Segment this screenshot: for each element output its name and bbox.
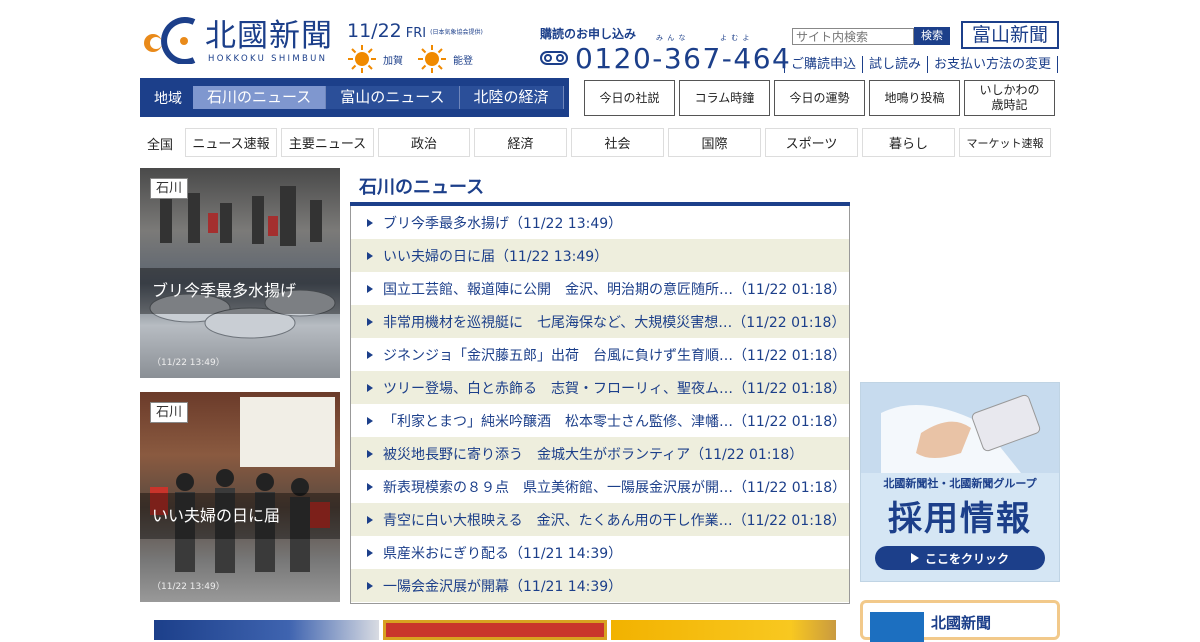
news-item[interactable]: 国立工芸館、報道陣に公開 金沢、明治期の意匠随所…（11/22 01:18）: [351, 272, 849, 305]
news-item[interactable]: ブリ今季最多水揚げ（11/22 13:49）: [351, 206, 849, 239]
news-photo-card[interactable]: 石川 いい夫婦の日に届 （11/22 13:49）: [140, 392, 340, 602]
triangle-right-icon: [367, 548, 373, 557]
hokkoku-logo-icon[interactable]: [140, 16, 196, 64]
ad-title: 採用情報: [888, 499, 1032, 539]
card-time: （11/22 13:49）: [152, 582, 225, 592]
weather-noto: 能登: [417, 44, 473, 74]
card-time: （11/22 13:49）: [152, 358, 225, 368]
fortune-button[interactable]: 今日の運勢: [774, 80, 865, 116]
region-nav: 地域 石川のニュース 富山のニュース 北陸の経済: [140, 78, 569, 117]
sun-icon: [418, 45, 446, 73]
reader-post-button[interactable]: 地鳴り投稿: [869, 80, 960, 116]
toyama-shimbun-button[interactable]: 富山新聞: [961, 21, 1059, 49]
sun-icon: [348, 45, 376, 73]
cat-market-news[interactable]: マーケット速報: [959, 128, 1051, 157]
subscribe-link[interactable]: ご購読申込: [784, 56, 862, 73]
triangle-right-icon: [367, 416, 373, 425]
news-item[interactable]: ジネンジョ「金沢藤五郎」出荷 台風に負けず生育順…（11/22 01:18）: [351, 338, 849, 371]
free-dial-icon: [540, 51, 568, 65]
newspaper-logo-icon: [870, 612, 924, 642]
weather-kaga: 加賀: [347, 44, 403, 74]
region-nav-label: 地域: [154, 90, 182, 107]
weather-city: 加賀: [383, 55, 403, 67]
news-item[interactable]: 被災地長野に寄り添う 金城大生がボランティア（11/22 01:18）: [351, 437, 849, 470]
utility-links: ご購読申込 試し読み お支払い方法の変更: [784, 56, 1059, 73]
triangle-right-icon: [367, 350, 373, 359]
payment-change-link[interactable]: お支払い方法の変更: [927, 56, 1059, 73]
card-title[interactable]: ブリ今季最多水揚げ: [140, 268, 340, 314]
tab-ishikawa-news[interactable]: 石川のニュース: [193, 86, 327, 109]
weather-source: (日本気象協会提供): [430, 29, 483, 36]
tab-toyama-news[interactable]: 富山のニュース: [326, 86, 460, 109]
bottom-banner[interactable]: [611, 620, 836, 640]
card-title[interactable]: いい夫婦の日に届: [140, 493, 340, 539]
trial-link[interactable]: 試し読み: [862, 56, 927, 73]
logo-subtitle: HOKKOKU SHIMBUN: [208, 54, 328, 64]
news-photo-card[interactable]: 石川 ブリ今季最多水揚げ （11/22 13:49）: [140, 168, 340, 378]
triangle-right-icon: [367, 449, 373, 458]
news-item[interactable]: 県産米おにぎり配る（11/21 14:39）: [351, 536, 849, 569]
news-item[interactable]: 新表現模索の８９点 県立美術館、一陽展金沢展が開…（11/22 01:18）: [351, 470, 849, 503]
triangle-right-icon: [367, 581, 373, 590]
cat-living[interactable]: 暮らし: [862, 128, 955, 157]
phone-number[interactable]: 0120-367-464: [575, 42, 791, 75]
cat-politics[interactable]: 政治: [378, 128, 470, 157]
subscribe-label: 購読のお申し込み: [540, 27, 637, 41]
cat-society[interactable]: 社会: [571, 128, 664, 157]
search-input[interactable]: [792, 28, 914, 45]
editorial-button[interactable]: 今日の社説: [584, 80, 675, 116]
cat-international[interactable]: 国際: [668, 128, 761, 157]
tab-hokuriku-economy[interactable]: 北陸の経済: [459, 86, 564, 109]
bottom-banner[interactable]: [383, 620, 607, 640]
cat-economy[interactable]: 経済: [474, 128, 567, 157]
triangle-right-icon: [367, 218, 373, 227]
news-list: ブリ今季最多水揚げ（11/22 13:49） いい夫婦の日に届（11/22 13…: [350, 206, 850, 604]
ishikawa-saijiki-button[interactable]: いしかわの 歳時記: [964, 80, 1055, 116]
category-label: 全国: [147, 138, 174, 153]
current-date: 11/22 FRI (日本気象協会提供): [347, 20, 483, 42]
region-tag: 石川: [150, 178, 189, 199]
recruitment-ad-banner[interactable]: 北國新聞社・北國新聞グループ 採用情報 ここをクリック: [860, 382, 1060, 582]
triangle-right-icon: [367, 383, 373, 392]
triangle-right-icon: [367, 317, 373, 326]
news-item[interactable]: 「利家とまつ」純米吟醸酒 松本零士さん監修、津幡…（11/22 01:18）: [351, 404, 849, 437]
news-item[interactable]: ツリー登場、白と赤飾る 志賀・フローリィ、聖夜ム…（11/22 01:18）: [351, 371, 849, 404]
play-icon: [910, 553, 919, 563]
cat-sports[interactable]: スポーツ: [765, 128, 858, 157]
news-item[interactable]: いい夫婦の日に届（11/22 13:49）: [351, 239, 849, 272]
news-section-title: 石川のニュース: [359, 177, 485, 198]
triangle-right-icon: [367, 284, 373, 293]
hand-writing-image: [861, 383, 1059, 473]
weather-city: 能登: [453, 55, 473, 67]
bottom-banner[interactable]: [154, 620, 379, 640]
cat-breaking-news[interactable]: ニュース速報: [185, 128, 277, 157]
region-tag: 石川: [150, 402, 189, 423]
news-item[interactable]: 青空に白い大根映える 金沢、たくあん用の干し作業…（11/22 01:18）: [351, 503, 849, 536]
triangle-right-icon: [367, 251, 373, 260]
news-item[interactable]: 非常用機材を巡視艇に 七尾海保など、大規模災害想…（11/22 01:18）: [351, 305, 849, 338]
logo-title: 北國新聞: [205, 18, 333, 54]
ad-click-button[interactable]: ここをクリック: [875, 546, 1045, 570]
triangle-right-icon: [367, 515, 373, 524]
cat-top-news[interactable]: 主要ニュース: [281, 128, 374, 157]
news-item[interactable]: 一陽会金沢展が開幕（11/21 14:39）: [351, 569, 849, 602]
ad-subtitle: 北國新聞社・北國新聞グループ: [883, 477, 1037, 490]
search-button[interactable]: 検索: [914, 27, 950, 45]
triangle-right-icon: [367, 482, 373, 491]
column-jisho-button[interactable]: コラム時鐘: [679, 80, 770, 116]
